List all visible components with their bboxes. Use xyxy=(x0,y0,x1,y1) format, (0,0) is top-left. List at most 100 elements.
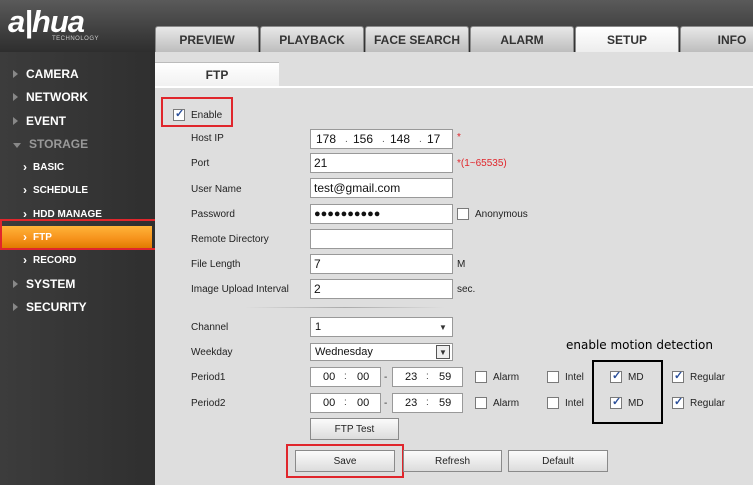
time-colon: : xyxy=(426,397,429,408)
ftp-test-button[interactable]: FTP Test xyxy=(310,418,399,440)
chevron-right-icon: › xyxy=(23,183,27,197)
tab-face-search[interactable]: FACE SEARCH xyxy=(365,26,469,52)
channel-select[interactable]: 1 ▼ xyxy=(310,317,453,337)
tab-alarm[interactable]: ALARM xyxy=(470,26,574,52)
period1-regular-checkbox[interactable] xyxy=(672,369,684,383)
anonymous-checkbox[interactable] xyxy=(457,208,469,220)
sidebar-item-event[interactable]: EVENT xyxy=(0,110,155,132)
sidebar-subitem-basic[interactable]: › BASIC xyxy=(0,156,155,178)
sidebar: CAMERA NETWORK EVENT STORAGE › BASIC › S… xyxy=(0,52,155,485)
default-button[interactable]: Default xyxy=(508,450,608,472)
refresh-button[interactable]: Refresh xyxy=(403,450,502,472)
main-panel: FTP Enable Host IP 178 . 156 . 148 . 17 … xyxy=(155,52,753,485)
hour-field[interactable]: 23 xyxy=(405,371,417,383)
md-highlight-box xyxy=(592,360,663,424)
minute-field[interactable]: 59 xyxy=(439,371,451,383)
sidebar-subitem-label: RECORD xyxy=(33,254,77,266)
host-ip-input[interactable]: 178 . 156 . 148 . 17 xyxy=(310,129,453,149)
port-input[interactable]: 21 xyxy=(310,153,453,173)
minute-field[interactable]: 00 xyxy=(357,397,369,409)
weekday-label: Weekday xyxy=(191,347,233,358)
tab-info[interactable]: INFO xyxy=(680,26,753,52)
password-input[interactable]: ●●●●●●●●●● xyxy=(310,204,453,224)
sidebar-subitem-record[interactable]: › RECORD xyxy=(0,249,155,271)
period2-alarm-checkbox[interactable] xyxy=(475,397,487,409)
sidebar-item-label: SECURITY xyxy=(26,300,87,314)
top-header: a|hua TECHNOLOGY PREVIEW PLAYBACK FACE S… xyxy=(0,0,753,53)
sidebar-subitem-label: SCHEDULE xyxy=(33,184,89,196)
upload-interval-unit: sec. xyxy=(457,284,476,295)
ip-dot: . xyxy=(419,134,422,145)
hour-field[interactable]: 00 xyxy=(323,397,335,409)
sidebar-item-label: SYSTEM xyxy=(26,277,76,291)
arrow-right-icon xyxy=(13,93,18,101)
sidebar-subitem-label: HDD MANAGE xyxy=(33,208,102,220)
ip-octet-3[interactable]: 148 xyxy=(390,132,410,146)
weekday-select[interactable]: Wednesday ▼ xyxy=(310,343,453,361)
sidebar-item-label: EVENT xyxy=(26,114,67,128)
period1-label: Period1 xyxy=(191,372,226,383)
enable-checkbox[interactable] xyxy=(173,107,185,121)
hour-field[interactable]: 23 xyxy=(405,397,417,409)
tab-preview[interactable]: PREVIEW xyxy=(155,26,259,52)
sidebar-item-storage[interactable]: STORAGE xyxy=(0,133,155,155)
title-underline xyxy=(155,86,753,88)
arrow-down-icon xyxy=(13,142,21,148)
period1-end-time[interactable]: 23 : 59 xyxy=(392,367,463,387)
tab-playback[interactable]: PLAYBACK xyxy=(260,26,364,52)
remote-directory-input[interactable] xyxy=(310,229,453,249)
host-ip-label: Host IP xyxy=(191,133,224,144)
sidebar-subitem-label: BASIC xyxy=(33,161,65,173)
time-dash: - xyxy=(384,372,388,383)
anonymous-label: Anonymous xyxy=(475,209,528,220)
arrow-right-icon xyxy=(13,303,18,311)
ip-dot: . xyxy=(345,134,348,145)
upload-interval-input[interactable]: 2 xyxy=(310,279,453,299)
period1-alarm-checkbox[interactable] xyxy=(475,371,487,383)
hour-field[interactable]: 00 xyxy=(323,371,335,383)
ftp-highlight-box xyxy=(0,219,158,250)
time-colon: : xyxy=(426,371,429,382)
period1-start-time[interactable]: 00 : 00 xyxy=(310,367,381,387)
logo-text: a|hua xyxy=(8,4,85,39)
sidebar-item-label: STORAGE xyxy=(29,137,89,151)
time-colon: : xyxy=(344,371,347,382)
save-button[interactable]: Save xyxy=(295,450,395,472)
period1-intel-checkbox[interactable] xyxy=(547,371,559,383)
motion-detection-annotation: enable motion detection xyxy=(566,338,713,352)
sidebar-subitem-schedule[interactable]: › SCHEDULE xyxy=(0,179,155,201)
sidebar-item-label: NETWORK xyxy=(26,90,88,104)
arrow-right-icon xyxy=(13,280,18,288)
chevron-right-icon: › xyxy=(23,253,27,267)
period2-intel-checkbox[interactable] xyxy=(547,397,559,409)
sidebar-item-security[interactable]: SECURITY xyxy=(0,296,155,318)
time-colon: : xyxy=(344,397,347,408)
minute-field[interactable]: 59 xyxy=(439,397,451,409)
channel-value: 1 xyxy=(315,321,322,333)
user-name-input[interactable]: test@gmail.com xyxy=(310,178,453,198)
arrow-right-icon xyxy=(13,70,18,78)
sidebar-item-camera[interactable]: CAMERA xyxy=(0,63,155,85)
port-range-text: *(1~65535) xyxy=(457,158,507,169)
regular-label: Regular xyxy=(690,398,726,409)
ip-octet-4[interactable]: 17 xyxy=(427,132,440,146)
password-label: Password xyxy=(191,209,235,220)
ip-octet-1[interactable]: 178 xyxy=(316,132,336,146)
required-star: * xyxy=(457,132,461,143)
sidebar-item-network[interactable]: NETWORK xyxy=(0,86,155,108)
period2-regular-checkbox[interactable] xyxy=(672,395,684,409)
period2-end-time[interactable]: 23 : 59 xyxy=(392,393,463,413)
sidebar-item-label: CAMERA xyxy=(26,67,79,81)
ip-octet-2[interactable]: 156 xyxy=(353,132,373,146)
sidebar-item-system[interactable]: SYSTEM xyxy=(0,273,155,295)
alarm-label: Alarm xyxy=(493,398,520,409)
minute-field[interactable]: 00 xyxy=(357,371,369,383)
port-range-note: *(1~65535) xyxy=(457,158,507,169)
section-divider xyxy=(245,307,445,308)
channel-label: Channel xyxy=(191,322,229,333)
period2-start-time[interactable]: 00 : 00 xyxy=(310,393,381,413)
dropdown-arrow-icon: ▼ xyxy=(439,322,447,332)
time-dash: - xyxy=(384,398,388,409)
file-length-input[interactable]: 7 xyxy=(310,254,453,274)
tab-setup[interactable]: SETUP xyxy=(575,26,679,53)
